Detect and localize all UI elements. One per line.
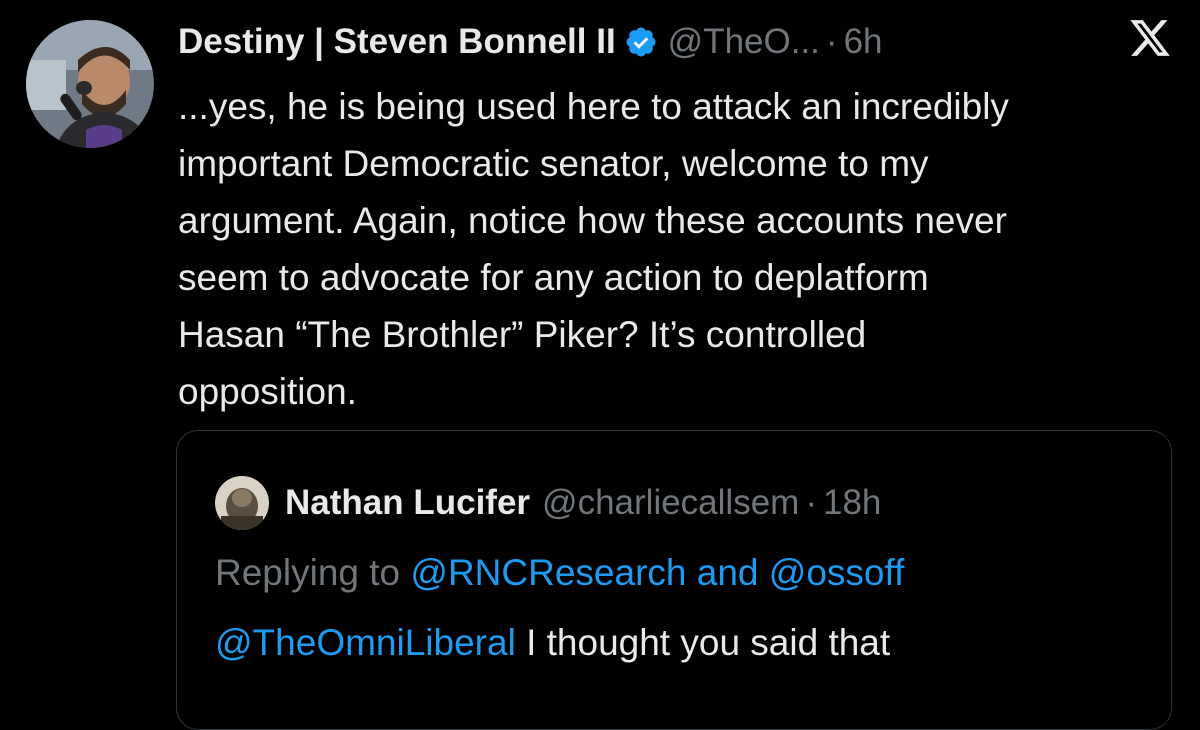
quoted-tweet-header: Nathan Lucifer @charliecallsem · 18h bbox=[215, 475, 881, 531]
reply-mentions-link[interactable]: @RNCResearch and @ossoff bbox=[410, 552, 904, 593]
quoted-tweet-body: @TheOmniLiberal I thought you said that bbox=[215, 615, 890, 671]
tweet-body: ...yes, he is being used here to attack … bbox=[178, 78, 1173, 420]
tweet-body-line: Hasan “The Brothler” Piker? It’s control… bbox=[178, 314, 867, 355]
author-avatar[interactable] bbox=[26, 20, 154, 148]
author-handle[interactable]: @TheO... bbox=[668, 18, 820, 66]
tweet-body-line: opposition. bbox=[178, 371, 357, 412]
x-logo-icon[interactable] bbox=[1128, 16, 1172, 60]
quoted-author-display-name[interactable]: Nathan Lucifer bbox=[285, 483, 530, 523]
tweet-body-line: seem to advocate for any action to depla… bbox=[178, 257, 929, 298]
verified-badge-icon bbox=[626, 27, 656, 57]
tweet-body-line: important Democratic senator, welcome to… bbox=[178, 143, 929, 184]
quoted-tweet-body-text: I thought you said that bbox=[515, 622, 891, 663]
quoted-author-avatar[interactable] bbox=[215, 476, 269, 530]
header-separator: · bbox=[825, 22, 838, 61]
author-display-name[interactable]: Destiny | Steven Bonnell II bbox=[178, 18, 616, 66]
quoted-tweet-timestamp[interactable]: 18h bbox=[823, 483, 881, 523]
replying-to-label: Replying to bbox=[215, 552, 401, 593]
replying-to-line: Replying to @RNCResearch and @ossoff bbox=[215, 545, 904, 601]
quoted-header-separator: · bbox=[805, 483, 817, 522]
tweet-body-line: argument. Again, notice how these accoun… bbox=[178, 200, 1007, 241]
body-mention-link[interactable]: @TheOmniLiberal bbox=[215, 622, 516, 663]
profile-photo-icon bbox=[215, 476, 269, 530]
profile-photo-icon bbox=[26, 20, 154, 148]
tweet[interactable]: Destiny | Steven Bonnell II @TheO... · 6… bbox=[0, 0, 1200, 730]
quoted-author-handle[interactable]: @charliecallsem bbox=[542, 483, 799, 523]
quoted-tweet[interactable]: Nathan Lucifer @charliecallsem · 18h Rep… bbox=[176, 430, 1172, 730]
tweet-header: Destiny | Steven Bonnell II @TheO... · 6… bbox=[178, 18, 883, 66]
tweet-timestamp[interactable]: 6h bbox=[844, 18, 883, 66]
tweet-body-line: ...yes, he is being used here to attack … bbox=[178, 86, 1009, 127]
